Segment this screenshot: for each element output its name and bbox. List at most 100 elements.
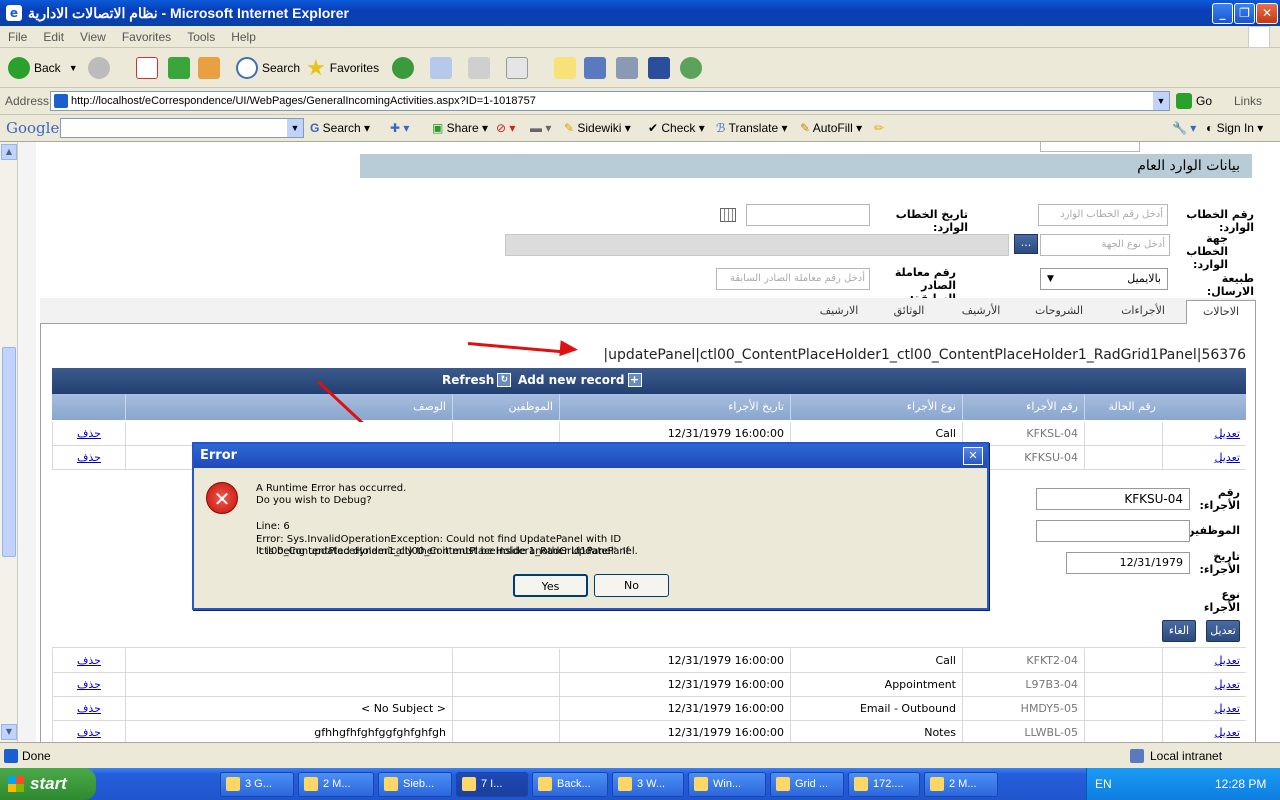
maximize-button[interactable]: ❐ <box>1234 3 1255 24</box>
delete-link[interactable]: حذف <box>52 649 125 673</box>
taskbar-item[interactable]: 2 M... <box>924 772 998 797</box>
users-button[interactable] <box>680 56 706 80</box>
tab-documents[interactable]: الوثائق <box>874 300 944 324</box>
go-button[interactable]: Go <box>1176 93 1212 109</box>
delete-link[interactable]: حذف <box>52 697 125 721</box>
search-button[interactable]: Search <box>236 56 300 80</box>
yes-button[interactable]: Yes <box>513 574 588 597</box>
no-button[interactable]: No <box>594 574 669 597</box>
google-share-button[interactable]: ▣ Share ▾ <box>432 121 488 135</box>
scroll-up-icon[interactable]: ▲ <box>1 144 17 160</box>
google-search-button[interactable]: G Search ▾ <box>310 121 370 135</box>
update-button[interactable]: تعديل <box>1206 620 1240 642</box>
menu-help[interactable]: Help <box>223 30 264 44</box>
history-button[interactable] <box>392 56 418 80</box>
mail-button[interactable] <box>430 56 452 80</box>
menu-favorites[interactable]: Favorites <box>114 30 179 44</box>
forward-button[interactable] <box>88 56 114 80</box>
taskbar-item[interactable]: 7 I... <box>456 772 528 797</box>
menu-file[interactable]: File <box>0 30 35 44</box>
refresh-grid-button[interactable]: Refresh ↻ <box>442 373 512 387</box>
google-search-input[interactable]: ▼ <box>60 118 304 138</box>
delete-link[interactable]: حذف <box>52 673 125 697</box>
incoming-no-input[interactable]: أدخل رقم الخطاب الوارد <box>1038 204 1168 226</box>
incoming-date-input[interactable] <box>746 204 870 226</box>
tab-referrals[interactable]: الاحالات <box>1186 300 1256 324</box>
messenger-button[interactable] <box>584 56 606 80</box>
send-type-select[interactable]: بالايميل ▼ <box>1040 268 1168 290</box>
language-indicator[interactable]: EN <box>1095 777 1112 791</box>
sidewiki-button[interactable]: ✎ Sidewiki ▾ <box>564 121 631 135</box>
taskbar-item[interactable]: Sieb... <box>378 772 452 797</box>
taskbar-item[interactable]: 2 M... <box>298 772 374 797</box>
col-action-type[interactable]: نوع الأجراء <box>790 394 962 420</box>
favorites-button[interactable]: ★ Favorites <box>306 55 379 80</box>
prev-outgoing-input[interactable]: أدخل رقم معاملة الصادر السابقة <box>716 268 870 290</box>
col-action-date[interactable]: تاريخ الأجراء <box>559 394 790 420</box>
taskbar-item[interactable]: Grid ... <box>770 772 844 797</box>
delete-link[interactable]: حذف <box>52 446 125 470</box>
edit-link[interactable]: تعديل <box>1162 422 1246 446</box>
cancel-button[interactable]: الغاء <box>1162 620 1196 642</box>
action-date-input[interactable]: 12/31/1979 <box>1066 552 1190 574</box>
popup-blocker-button[interactable]: ⊘ ▾ <box>496 121 515 135</box>
bookmark-button[interactable]: ▬ ▾ <box>530 121 551 135</box>
print-button[interactable] <box>468 56 490 80</box>
menu-view[interactable]: View <box>72 30 114 44</box>
sender-input[interactable]: أدخل نوع الجهة <box>1040 234 1170 256</box>
vertical-scrollbar[interactable]: ▲ ▼ <box>0 142 18 742</box>
home-button[interactable] <box>198 56 220 80</box>
notes-button[interactable] <box>554 56 576 80</box>
scroll-down-icon[interactable]: ▼ <box>1 724 17 740</box>
google-plus-button[interactable]: ✚ ▾ <box>390 121 409 135</box>
start-button[interactable]: start <box>0 768 96 800</box>
menu-edit[interactable]: Edit <box>35 30 72 44</box>
taskbar-item[interactable]: 172.... <box>848 772 920 797</box>
links-button[interactable]: Links <box>1234 94 1262 108</box>
col-employees[interactable]: الموظفين <box>452 394 559 420</box>
taskbar-item[interactable]: 3 G... <box>220 772 294 797</box>
employees-input[interactable] <box>1036 520 1190 542</box>
spellcheck-button[interactable]: ✔ Check ▾ <box>648 121 705 135</box>
stop-button[interactable] <box>136 56 158 80</box>
col-action-no[interactable]: رقم الأجراء <box>962 394 1084 420</box>
delete-link[interactable]: حذف <box>52 721 125 742</box>
scrollbar-thumb[interactable] <box>2 347 16 557</box>
google-dropdown-icon[interactable]: ▼ <box>287 119 303 137</box>
back-dropdown-icon[interactable]: ▼ <box>69 63 78 73</box>
delete-link[interactable]: حذف <box>52 422 125 446</box>
tools-button[interactable] <box>648 56 670 80</box>
partial-top-field[interactable] <box>1040 142 1140 152</box>
action-no-input[interactable]: KFKSU-04 <box>1036 488 1190 510</box>
tab-actions[interactable]: الأجراءات <box>1108 300 1178 324</box>
edit-button[interactable] <box>506 56 528 80</box>
dialog-close-button[interactable]: ✕ <box>963 447 983 465</box>
col-case-no[interactable]: رقم الحالة <box>1084 394 1162 420</box>
edit-link[interactable]: تعديل <box>1162 446 1246 470</box>
taskbar-item[interactable]: 3 W... <box>612 772 684 797</box>
menu-tools[interactable]: Tools <box>179 30 223 44</box>
url-dropdown-icon[interactable]: ▼ <box>1153 92 1169 110</box>
tab-archive-2[interactable]: الارشيف <box>804 300 874 324</box>
edit-link[interactable]: تعديل <box>1162 697 1246 721</box>
edit-link[interactable]: تعديل <box>1162 673 1246 697</box>
tab-archive[interactable]: الأرشيف <box>946 300 1016 324</box>
google-signin-button[interactable]: ◐ Sign In ▾ <box>1206 121 1263 135</box>
tab-comments[interactable]: الشروحات <box>1024 300 1094 324</box>
col-description[interactable]: الوصف <box>125 394 452 420</box>
wrench-icon[interactable]: 🔧 ▾ <box>1172 121 1196 135</box>
url-input[interactable]: http://localhost/eCorrespondence/UI/WebP… <box>50 91 1170 111</box>
calendar-icon[interactable] <box>720 208 736 222</box>
refresh-button[interactable] <box>168 56 190 80</box>
research-button[interactable] <box>616 56 638 80</box>
highlighter-icon[interactable]: ✏ <box>874 121 884 135</box>
back-button[interactable]: Back ▼ <box>8 56 78 80</box>
add-record-button[interactable]: Add new record + <box>518 373 642 387</box>
close-window-button[interactable]: ✕ <box>1256 3 1278 24</box>
taskbar-item[interactable]: Win... <box>688 772 766 797</box>
edit-link[interactable]: تعديل <box>1162 649 1246 673</box>
translate-button[interactable]: ℬ Translate ▾ <box>716 121 788 135</box>
sender-browse-button[interactable]: ... <box>1014 234 1038 254</box>
taskbar-item[interactable]: Back... <box>532 772 608 797</box>
edit-link[interactable]: تعديل <box>1162 721 1246 742</box>
